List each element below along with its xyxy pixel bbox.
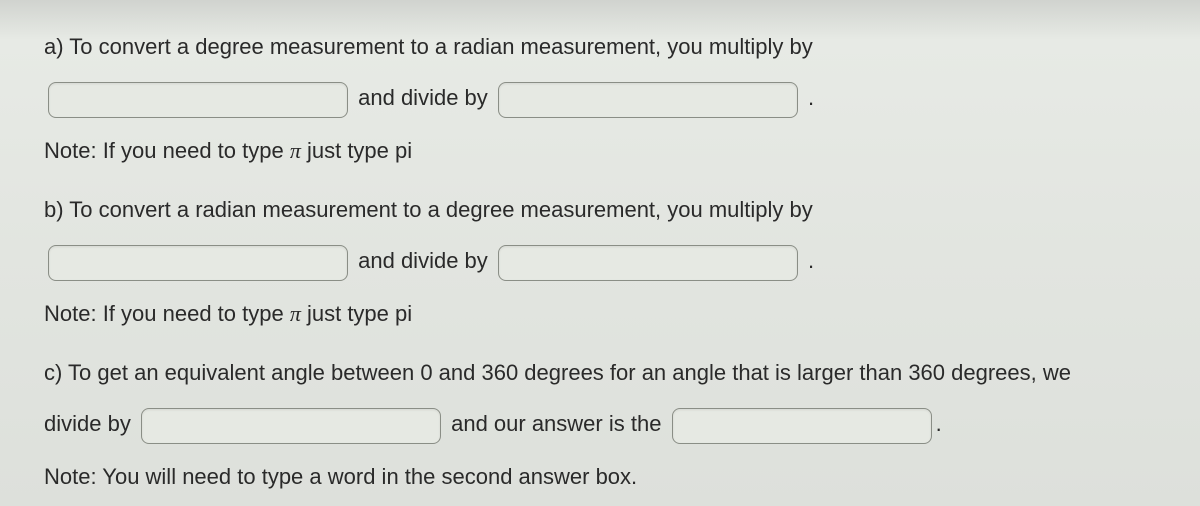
question-a-mid: and divide by bbox=[358, 85, 488, 110]
answer-b-multiply-input[interactable] bbox=[48, 245, 348, 281]
note-b: Note: If you need to type π just type pi bbox=[44, 295, 1156, 332]
question-c-period: . bbox=[936, 411, 942, 436]
question-a: a) To convert a degree measurement to a … bbox=[44, 28, 1156, 169]
question-b-line2: and divide by . bbox=[44, 242, 1156, 280]
question-c: c) To get an equivalent angle between 0 … bbox=[44, 354, 1156, 495]
question-b-letter: b) bbox=[44, 197, 64, 222]
note-c-text: Note: You will need to type a word in th… bbox=[44, 464, 637, 489]
question-b: b) To convert a radian measurement to a … bbox=[44, 191, 1156, 332]
answer-a-multiply-input[interactable] bbox=[48, 82, 348, 118]
pi-symbol: π bbox=[290, 301, 301, 326]
note-c: Note: You will need to type a word in th… bbox=[44, 458, 1156, 495]
note-a-post: just type pi bbox=[301, 138, 412, 163]
pi-symbol: π bbox=[290, 138, 301, 163]
question-a-line2: and divide by . bbox=[44, 79, 1156, 117]
question-c-line2-pre: divide by bbox=[44, 411, 131, 436]
note-a: Note: If you need to type π just type pi bbox=[44, 132, 1156, 169]
question-c-mid: and our answer is the bbox=[451, 411, 661, 436]
answer-a-divide-input[interactable] bbox=[498, 82, 798, 118]
note-a-pre: Note: If you need to type bbox=[44, 138, 290, 163]
question-c-letter: c) bbox=[44, 360, 62, 385]
question-c-line2: divide by and our answer is the . bbox=[44, 405, 1156, 443]
question-a-text1: To convert a degree measurement to a rad… bbox=[69, 34, 813, 59]
answer-b-divide-input[interactable] bbox=[498, 245, 798, 281]
note-b-pre: Note: If you need to type bbox=[44, 301, 290, 326]
question-b-period: . bbox=[808, 248, 814, 273]
question-a-letter: a) bbox=[44, 34, 64, 59]
answer-c-word-input[interactable] bbox=[672, 408, 932, 444]
question-c-line1: c) To get an equivalent angle between 0 … bbox=[44, 354, 1156, 391]
question-b-mid: and divide by bbox=[358, 248, 488, 273]
question-c-text1: To get an equivalent angle between 0 and… bbox=[68, 360, 1071, 385]
note-b-post: just type pi bbox=[301, 301, 412, 326]
question-b-line1: b) To convert a radian measurement to a … bbox=[44, 191, 1156, 228]
question-b-text1: To convert a radian measurement to a deg… bbox=[69, 197, 813, 222]
question-a-line1: a) To convert a degree measurement to a … bbox=[44, 28, 1156, 65]
question-a-period: . bbox=[808, 85, 814, 110]
answer-c-divide-input[interactable] bbox=[141, 408, 441, 444]
